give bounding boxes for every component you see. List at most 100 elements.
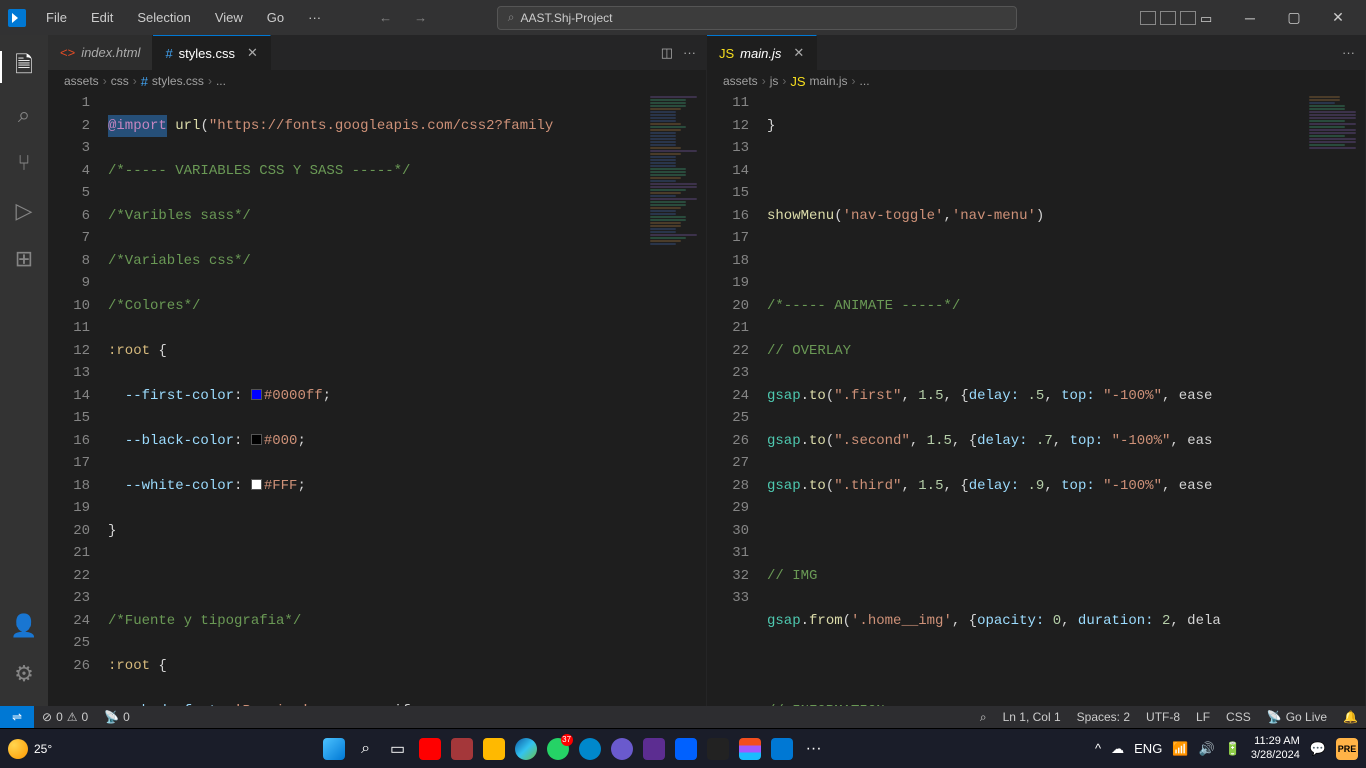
window-close-icon[interactable]: ✕ [1318, 3, 1358, 33]
menu-edit[interactable]: Edit [81, 6, 123, 29]
tab-label: main.js [740, 46, 781, 61]
breadcrumb-seg[interactable]: assets [64, 74, 99, 88]
onedrive-icon[interactable]: ☁ [1111, 741, 1124, 757]
broadcast-icon: 📡 [1267, 710, 1282, 724]
notifications-icon[interactable]: 🔔 [1335, 706, 1366, 728]
battery-icon[interactable]: 🔋 [1225, 741, 1241, 757]
breadcrumb-seg[interactable]: assets [723, 74, 758, 88]
vscode-taskbar-icon[interactable] [768, 735, 796, 763]
code-editor-left[interactable]: 1234567891011121314151617181920212223242… [48, 92, 706, 706]
encoding-status[interactable]: UTF-8 [1138, 706, 1188, 728]
editor-group-1: <> index.html # styles.css ✕ ◫ ··· asset… [48, 35, 707, 706]
activity-debug-icon[interactable]: ▷ [0, 187, 48, 235]
tab-index-html[interactable]: <> index.html [48, 35, 153, 70]
breadcrumb-file[interactable]: main.js [810, 74, 848, 88]
layout-custom-icon[interactable]: ▭ [1200, 11, 1216, 25]
problems-status[interactable]: ⊘0 ⚠0 [34, 706, 96, 728]
breadcrumb-seg[interactable]: js [770, 74, 779, 88]
menu-view[interactable]: View [205, 6, 253, 29]
activity-account-icon[interactable]: 👤 [0, 602, 48, 650]
tray-chevron-icon[interactable]: ^ [1095, 741, 1101, 756]
layout-bottom-icon[interactable] [1160, 11, 1176, 25]
visual-studio-icon[interactable] [640, 735, 668, 763]
app-c-icon[interactable] [608, 735, 636, 763]
badge: 37 [561, 734, 573, 746]
color-swatch-icon [251, 434, 262, 445]
breadcrumb-seg[interactable]: css [111, 74, 129, 88]
layout-right-icon[interactable] [1180, 11, 1196, 25]
minimap[interactable] [646, 92, 706, 706]
language-status[interactable]: CSS [1218, 706, 1259, 728]
activity-extensions-icon[interactable]: ⊞ [0, 235, 48, 283]
breadcrumb-right[interactable]: assets› js› JS main.js› ... [707, 70, 1365, 92]
window-minimize-icon[interactable]: ─ [1230, 3, 1270, 33]
cursor-position[interactable]: Ln 1, Col 1 [995, 706, 1069, 728]
tab-close-icon[interactable]: ✕ [793, 45, 804, 61]
menu-more[interactable]: ··· [298, 6, 331, 29]
editor-more-icon[interactable]: ··· [683, 45, 696, 60]
command-center[interactable]: ⌕ AAST.Shj-Project [497, 6, 1017, 30]
tab-label: styles.css [179, 46, 235, 61]
taskbar-overflow-icon[interactable]: ··· [800, 735, 828, 763]
task-view-icon[interactable]: ▭ [384, 735, 412, 763]
line-gutter: 1234567891011121314151617181920212223242… [48, 92, 108, 706]
clock[interactable]: 11:29 AM 3/28/2024 [1251, 735, 1300, 761]
start-button[interactable] [320, 735, 348, 763]
layout-left-icon[interactable] [1140, 11, 1156, 25]
tab-styles-css[interactable]: # styles.css ✕ [153, 35, 270, 70]
error-icon: ⊘ [42, 710, 52, 724]
editor-more-icon[interactable]: ··· [1342, 45, 1355, 60]
language-indicator[interactable]: ENG [1134, 741, 1162, 756]
breadcrumb-file[interactable]: styles.css [152, 74, 204, 88]
titlebar: File Edit Selection View Go ··· ← → ⌕ AA… [0, 0, 1366, 35]
breadcrumb-left[interactable]: assets› css› # styles.css› ... [48, 70, 706, 92]
activity-settings-icon[interactable]: ⚙ [0, 650, 48, 698]
nav-forward-icon[interactable]: → [406, 6, 435, 29]
window-maximize-icon[interactable]: ▢ [1274, 3, 1314, 33]
activity-search-icon[interactable]: ⌕ [0, 91, 48, 139]
windows-taskbar: 25° ⌕ ▭ 37 ··· ^ ☁ ENG 📶 🔊 🔋 11:29 AM 3/… [0, 728, 1366, 768]
go-live-button[interactable]: 📡Go Live [1259, 706, 1335, 728]
wifi-icon[interactable]: 📶 [1172, 741, 1188, 757]
remote-button[interactable]: ⇌ [0, 706, 34, 728]
split-editor-icon[interactable]: ◫ [661, 45, 673, 61]
weather-temp: 25° [34, 742, 52, 756]
js-file-icon: JS [790, 74, 805, 89]
breadcrumb-more[interactable]: ... [216, 74, 226, 88]
notifications-tray-icon[interactable]: 💬 [1310, 741, 1326, 757]
css-file-icon: # [165, 46, 172, 61]
menu-file[interactable]: File [36, 6, 77, 29]
minimap[interactable] [1305, 92, 1365, 706]
menu-go[interactable]: Go [257, 6, 294, 29]
statusbar: ⇌ ⊘0 ⚠0 📡0 ⌕ Ln 1, Col 1 Spaces: 2 UTF-8… [0, 706, 1366, 728]
color-swatch-icon [251, 479, 262, 490]
whatsapp-icon[interactable]: 37 [544, 735, 572, 763]
activity-git-icon[interactable]: ⑂ [0, 139, 48, 187]
eol-status[interactable]: LF [1188, 706, 1218, 728]
edge-icon[interactable] [512, 735, 540, 763]
figma-icon[interactable] [736, 735, 764, 763]
code-editor-right[interactable]: 1112131415161718192021222324252627282930… [707, 92, 1365, 706]
access-icon[interactable] [448, 735, 476, 763]
js-file-icon: JS [719, 46, 734, 61]
taskbar-search-icon[interactable]: ⌕ [352, 735, 380, 763]
search-status-icon[interactable]: ⌕ [972, 706, 995, 728]
telegram-icon[interactable] [576, 735, 604, 763]
tab-main-js[interactable]: JS main.js ✕ [707, 35, 817, 70]
activity-explorer-icon[interactable]: 🗎 [0, 43, 48, 91]
menu-selection[interactable]: Selection [127, 6, 200, 29]
file-explorer-icon[interactable] [480, 735, 508, 763]
app-cube-icon[interactable] [704, 735, 732, 763]
indentation-status[interactable]: Spaces: 2 [1069, 706, 1138, 728]
app-blue-icon[interactable] [672, 735, 700, 763]
ports-status[interactable]: 📡0 [96, 706, 138, 728]
nav-back-icon[interactable]: ← [371, 6, 400, 29]
vscode-icon [8, 9, 26, 27]
tab-close-icon[interactable]: ✕ [247, 45, 258, 61]
premiere-icon[interactable]: PRE [1336, 738, 1358, 760]
breadcrumb-more[interactable]: ... [860, 74, 870, 88]
weather-widget[interactable]: 25° [8, 739, 52, 759]
warning-icon: ⚠ [67, 710, 78, 724]
youtube-icon[interactable] [416, 735, 444, 763]
volume-icon[interactable]: 🔊 [1199, 741, 1215, 757]
